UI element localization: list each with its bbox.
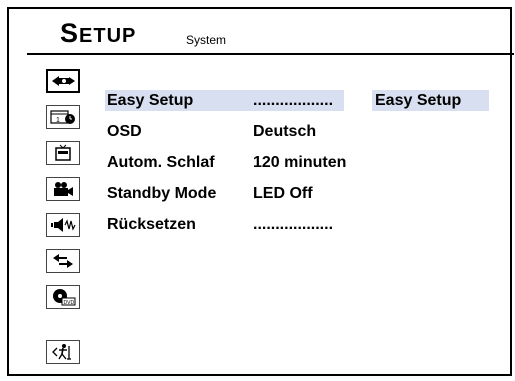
page-subtitle: System bbox=[186, 33, 227, 47]
bottom-divider bbox=[7, 374, 512, 376]
menu-item-easy-setup[interactable]: Easy Setup bbox=[107, 93, 193, 109]
system-icon bbox=[52, 76, 75, 86]
sidebar-item-timer[interactable]: 1 bbox=[46, 105, 80, 129]
title-rest: ETUP bbox=[79, 25, 137, 47]
sidebar-item-camera[interactable] bbox=[46, 177, 80, 201]
dvd-icon: DVD bbox=[53, 289, 76, 306]
menu-item-osd[interactable]: OSD bbox=[107, 124, 142, 140]
sidebar-item-dvd[interactable]: DVD bbox=[46, 285, 80, 309]
menu-item-auto-sleep[interactable]: Autom. Schlaf bbox=[107, 155, 215, 171]
page-title: SETUP bbox=[60, 20, 136, 47]
menu-value-reset: .................. bbox=[253, 216, 334, 233]
camera-icon bbox=[54, 182, 73, 196]
header-divider bbox=[27, 53, 514, 55]
sidebar-item-transfer[interactable] bbox=[46, 249, 80, 273]
exit-button[interactable] bbox=[46, 340, 80, 364]
timer-icon: 1 bbox=[50, 110, 75, 124]
title-initial: S bbox=[60, 18, 80, 48]
sidebar-item-audio[interactable] bbox=[46, 213, 80, 237]
exit-icon bbox=[52, 344, 71, 360]
menu-value-easy-setup: .................. bbox=[253, 92, 334, 109]
submenu-option-easy-setup[interactable]: Easy Setup bbox=[375, 93, 461, 109]
tv-icon bbox=[55, 144, 71, 161]
menu-item-standby-mode[interactable]: Standby Mode bbox=[107, 186, 216, 202]
svg-text:DVD: DVD bbox=[64, 300, 75, 306]
sidebar-item-system[interactable] bbox=[46, 69, 80, 93]
menu-item-reset[interactable]: Rücksetzen bbox=[107, 217, 196, 233]
sidebar-item-tv[interactable] bbox=[46, 141, 80, 165]
menu-value-auto-sleep: 120 minuten bbox=[253, 154, 347, 171]
audio-icon bbox=[51, 218, 76, 232]
menu-value-standby-mode: LED Off bbox=[253, 185, 313, 202]
transfer-icon bbox=[53, 254, 73, 268]
menu-value-osd: Deutsch bbox=[253, 123, 317, 140]
svg-text:1: 1 bbox=[56, 117, 60, 124]
